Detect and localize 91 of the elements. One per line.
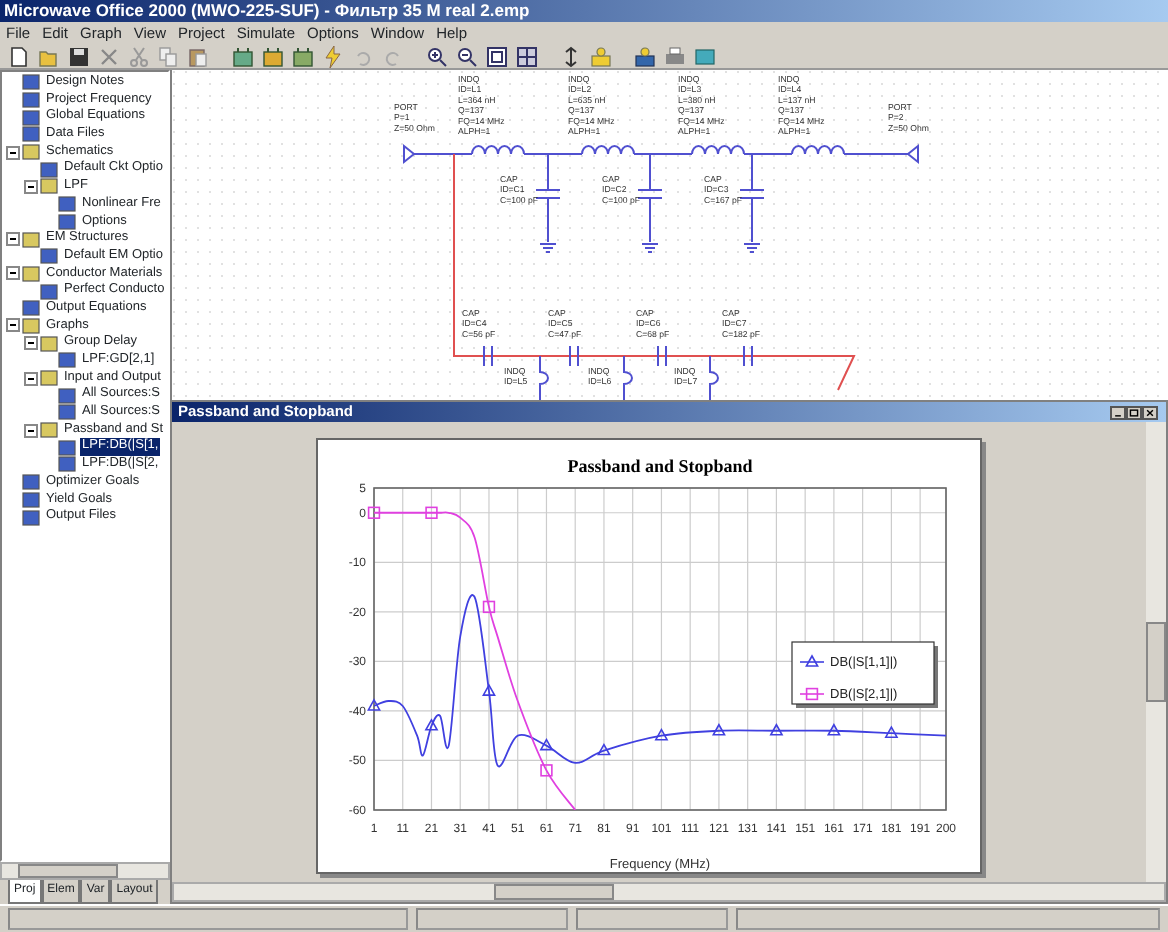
tree-node-icon (40, 335, 58, 352)
paste-icon[interactable] (188, 45, 210, 67)
chart-title: Passband and Stopband (567, 456, 753, 476)
tree-node-icon (40, 422, 58, 439)
tree-node-icon (40, 248, 58, 265)
series-marker (367, 698, 381, 711)
capacitor-symbol (637, 153, 663, 243)
collapse-icon[interactable] (6, 232, 20, 247)
print-icon[interactable] (664, 45, 686, 67)
series-marker (597, 742, 611, 756)
tree-node-icon (58, 196, 76, 213)
series-marker (539, 737, 554, 751)
port-symbol (895, 145, 919, 163)
collapse-icon[interactable] (24, 423, 38, 438)
inductor-symbol (691, 145, 745, 155)
tree-node-icon (40, 370, 58, 387)
close-button[interactable] (1142, 405, 1158, 419)
ground-symbol (743, 243, 761, 253)
zoom-in-icon[interactable] (426, 45, 448, 67)
circuit-icon[interactable] (292, 45, 314, 67)
series-marker (884, 725, 899, 738)
capacitor-symbol (535, 153, 561, 243)
tree-node-icon (22, 509, 40, 526)
tree-node-icon (22, 231, 40, 248)
tree-node-icon (58, 456, 76, 473)
tree-node-icon (40, 178, 58, 195)
tree-node-icon (40, 161, 58, 178)
capacitor-symbol (739, 153, 765, 243)
tree-node-icon (22, 317, 40, 334)
tree-node-icon (58, 404, 76, 421)
series-marker (424, 718, 439, 731)
tree-node-icon (22, 126, 40, 143)
series-marker (540, 764, 553, 777)
scroll-bar[interactable] (172, 882, 1166, 902)
window-title: Microwave Office 2000 (MWO-225-SUF) - Фильтр 35 M real 2.emp (0, 0, 1168, 22)
series-marker (482, 683, 496, 696)
tree-node-icon (22, 109, 40, 126)
ground-symbol (539, 243, 557, 253)
scroll-bar[interactable] (0, 862, 170, 880)
legend-swatch (799, 687, 825, 701)
tree-node-icon (58, 439, 76, 456)
circuit-icon[interactable] (232, 45, 254, 67)
inductor-symbol (581, 145, 635, 155)
capacitor-symbol (743, 345, 753, 367)
collapse-icon[interactable] (6, 145, 20, 160)
minimize-button[interactable] (1110, 405, 1126, 419)
circuit-icon[interactable] (262, 45, 284, 67)
optimize-icon[interactable] (634, 45, 656, 67)
tree-node-icon (40, 283, 58, 300)
tree-node-icon (22, 265, 40, 282)
capacitor-symbol (657, 345, 667, 367)
tree-node-icon (22, 74, 40, 91)
save-icon[interactable] (68, 45, 90, 67)
series-marker (367, 506, 381, 519)
inductor-symbol (471, 145, 525, 155)
tree-node-icon (22, 92, 40, 109)
arrows-icon[interactable] (560, 45, 582, 67)
tree-node-icon (58, 387, 76, 404)
capacitor-symbol (569, 345, 579, 367)
tree-node-icon (22, 144, 40, 161)
tree-node-icon (22, 491, 40, 508)
series-marker (769, 723, 784, 736)
capacitor-symbol (483, 345, 493, 367)
tree-node-icon (22, 300, 40, 317)
inductor-symbol (623, 355, 633, 400)
collapse-icon[interactable] (6, 318, 20, 333)
collapse-icon[interactable] (24, 371, 38, 386)
series-marker (826, 723, 841, 736)
series-marker (482, 600, 496, 614)
series-marker (654, 728, 669, 741)
ground-symbol (641, 243, 659, 253)
legend-box (791, 641, 935, 705)
zoom-fit-icon[interactable] (486, 45, 508, 67)
collapse-icon[interactable] (6, 266, 20, 281)
series-marker (711, 723, 726, 736)
scroll-bar[interactable] (1146, 422, 1166, 882)
tree-node-icon (58, 213, 76, 230)
collapse-icon[interactable] (24, 336, 38, 351)
tree-node-icon (58, 352, 76, 369)
port-symbol (403, 145, 425, 163)
legend-swatch (799, 654, 825, 667)
inductor-symbol (709, 355, 719, 400)
maximize-button[interactable] (1126, 405, 1142, 419)
grid-icon[interactable] (516, 45, 538, 67)
inductor-symbol (791, 145, 845, 155)
series-marker (425, 506, 438, 519)
zoom-out-icon[interactable] (456, 45, 478, 67)
tree-node-icon (22, 474, 40, 491)
collapse-icon[interactable] (24, 179, 38, 194)
monitor-icon[interactable] (694, 45, 716, 67)
inductor-symbol (539, 355, 549, 400)
